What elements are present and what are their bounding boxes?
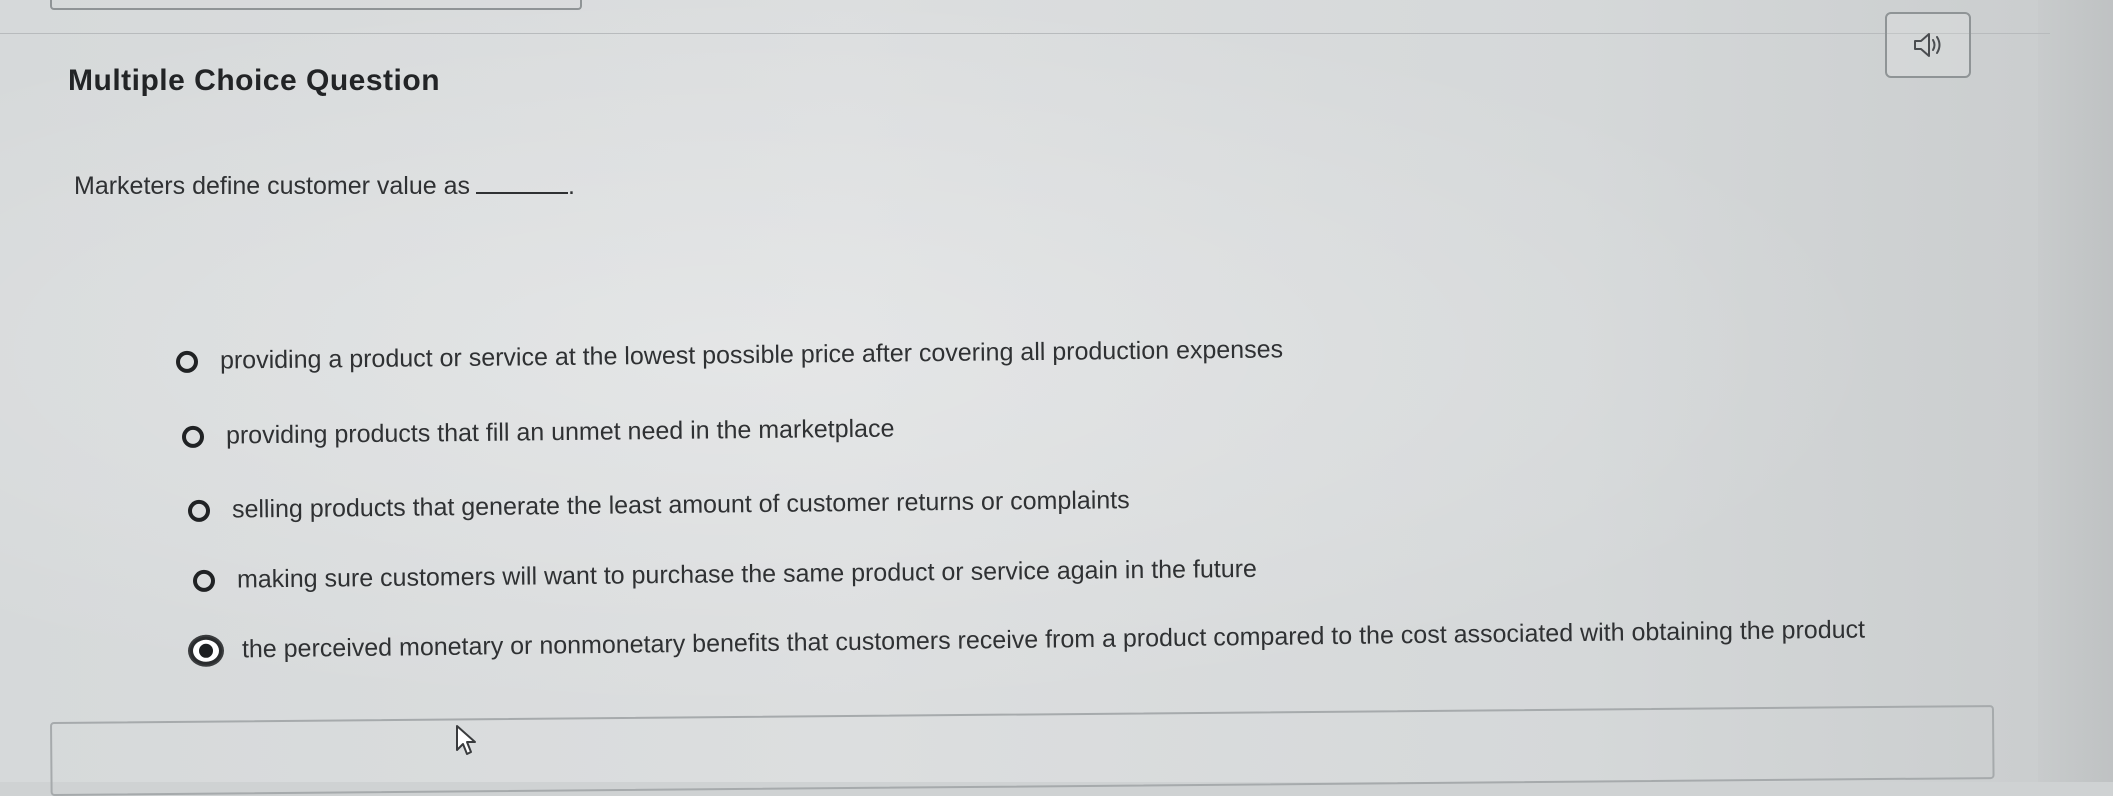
radio-button[interactable] — [192, 569, 216, 592]
question-text: Marketers define customer value as. — [74, 172, 575, 201]
question-panel — [0, 33, 2050, 783]
radio-button[interactable] — [187, 499, 211, 522]
radio-button[interactable] — [181, 425, 205, 448]
answer-blank — [476, 174, 569, 194]
radio-button-selected[interactable] — [189, 636, 223, 665]
radio-button[interactable] — [175, 350, 199, 373]
question-stem: Marketers define customer value as — [74, 172, 471, 200]
top-tab — [50, 0, 582, 10]
speaker-icon — [1914, 33, 1941, 57]
question-period: . — [568, 172, 575, 200]
screen-background: Multiple Choice Question Marketers defin… — [0, 0, 2113, 796]
audio-button[interactable] — [1885, 12, 1971, 78]
page-title: Multiple Choice Question — [68, 64, 441, 97]
